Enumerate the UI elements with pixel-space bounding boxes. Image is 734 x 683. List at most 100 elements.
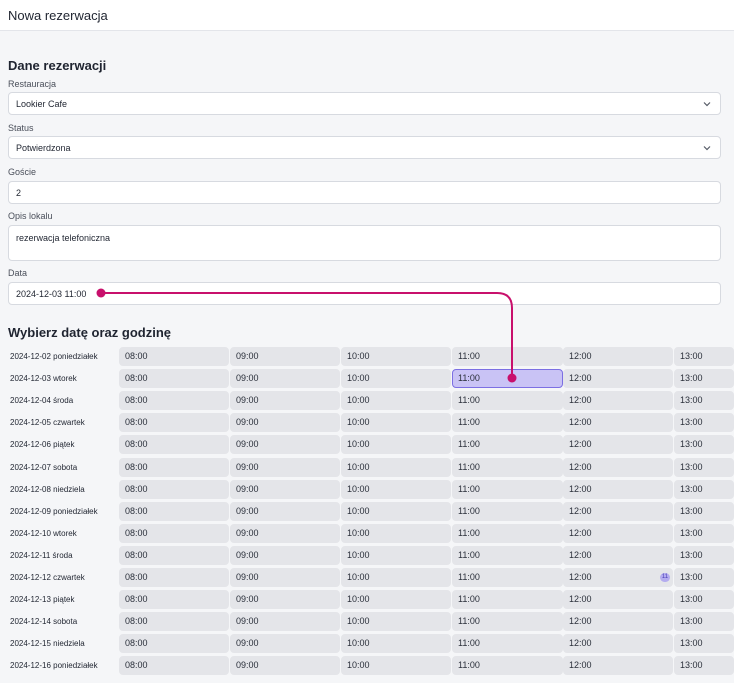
time-slot[interactable]: 12:00	[563, 634, 673, 654]
schedule-row: 2024-12-16 poniedziałek 08:00 09:00 10:00 11…	[0, 655, 734, 677]
time-slot[interactable]: 12:00	[563, 545, 673, 565]
time-slot[interactable]: 13:00	[674, 501, 734, 521]
time-slot[interactable]: 12:00	[563, 369, 673, 389]
time-slot[interactable]: 13:00	[674, 369, 734, 389]
schedule-row: 2024-12-12 czwartek 08:00 09:00 10:00 11:00 1…	[0, 567, 734, 589]
time-slot[interactable]: 08:00	[119, 523, 229, 543]
time-slot[interactable]: 13:00	[674, 634, 734, 654]
time-slot[interactable]: 08:00	[119, 479, 229, 499]
guests-input[interactable]: 2	[8, 181, 721, 204]
time-slot[interactable]: 13:00	[674, 612, 734, 632]
time-slot[interactable]: 13:00	[674, 523, 734, 543]
time-slot[interactable]: 11:00	[452, 479, 563, 499]
time-slot[interactable]: 09:00	[230, 612, 340, 632]
time-slot[interactable]: 10:00	[341, 656, 451, 676]
time-slot[interactable]: 10:00	[341, 479, 451, 499]
time-slot[interactable]: 09:00	[230, 435, 340, 455]
time-slot[interactable]: 08:00	[119, 590, 229, 610]
time-slot[interactable]: 11:00	[452, 523, 563, 543]
time-slot[interactable]: 08:00	[119, 634, 229, 654]
time-slot[interactable]: 08:00	[119, 457, 229, 477]
time-slot[interactable]: 11:00	[452, 501, 563, 521]
time-slot[interactable]: 10:00	[341, 391, 451, 411]
description-textarea[interactable]: rezerwacja telefoniczna	[8, 225, 721, 261]
time-slot[interactable]: 13:00	[674, 545, 734, 565]
time-slot[interactable]: 09:00	[230, 413, 340, 433]
time-slot[interactable]: 12:00	[563, 435, 673, 455]
time-slot[interactable]: 13:00	[674, 435, 734, 455]
time-slot[interactable]: 13:00	[674, 413, 734, 433]
time-slot[interactable]: 09:00	[230, 568, 340, 587]
time-slot[interactable]: 08:00	[119, 545, 229, 565]
time-slot[interactable]: 11:00	[452, 634, 563, 654]
time-slot[interactable]: 13:00	[674, 457, 734, 477]
time-slot[interactable]: 08:00	[119, 391, 229, 411]
restaurant-select[interactable]: Lookier Cafe	[8, 92, 721, 115]
time-slot[interactable]: 09:00	[230, 590, 340, 610]
time-slot[interactable]: 08:00	[119, 656, 229, 676]
date-input[interactable]: 2024-12-03 11:00	[8, 282, 721, 305]
time-slot[interactable]: 12:00	[563, 612, 673, 632]
time-slot[interactable]: 11:00	[452, 656, 563, 676]
time-slot[interactable]: 13:00	[674, 590, 734, 610]
time-slot[interactable]: 13:00	[674, 656, 734, 676]
time-slot[interactable]: 08:00	[119, 369, 229, 389]
schedule-day-label: 2024-12-09 poniedziałek	[10, 506, 98, 516]
time-slot[interactable]: 11:00	[452, 457, 563, 477]
time-slot[interactable]: 12:00 11	[563, 568, 673, 587]
time-slot[interactable]: 10:00	[341, 634, 451, 654]
time-slot-label: 12:00	[569, 549, 592, 560]
time-slot[interactable]: 10:00	[341, 457, 451, 477]
time-slot[interactable]: 09:00	[230, 369, 340, 389]
time-slot[interactable]: 10:00	[341, 435, 451, 455]
time-slot[interactable]: 11:00	[452, 391, 563, 411]
time-slot[interactable]: 08:00	[119, 501, 229, 521]
time-slot-selected[interactable]: 11:00	[452, 369, 563, 389]
time-slot[interactable]: 10:00	[341, 568, 451, 587]
time-slot[interactable]: 09:00	[230, 479, 340, 499]
time-slot[interactable]: 12:00	[563, 656, 673, 676]
time-slot[interactable]: 13:00	[674, 347, 734, 366]
time-slot[interactable]: 11:00	[452, 545, 563, 565]
time-slot[interactable]: 12:00	[563, 391, 673, 411]
time-slot[interactable]: 09:00	[230, 457, 340, 477]
time-slot[interactable]: 12:00	[563, 457, 673, 477]
time-slot[interactable]: 10:00	[341, 347, 451, 366]
time-slot[interactable]: 11:00	[452, 590, 563, 610]
time-slot[interactable]: 10:00	[341, 413, 451, 433]
time-slot[interactable]: 08:00	[119, 435, 229, 455]
time-slot[interactable]: 12:00	[563, 523, 673, 543]
time-slot[interactable]: 10:00	[341, 590, 451, 610]
time-slot[interactable]: 12:00	[563, 413, 673, 433]
time-slot[interactable]: 09:00	[230, 391, 340, 411]
time-slot[interactable]: 12:00	[563, 501, 673, 521]
time-slot[interactable]: 09:00	[230, 656, 340, 676]
time-slot[interactable]: 12:00	[563, 590, 673, 610]
time-slot[interactable]: 10:00	[341, 501, 451, 521]
time-slot[interactable]: 08:00	[119, 612, 229, 632]
time-slot[interactable]: 09:00	[230, 545, 340, 565]
time-slot[interactable]: 10:00	[341, 523, 451, 543]
time-slot[interactable]: 11:00	[452, 435, 563, 455]
time-slot[interactable]: 11:00	[452, 612, 563, 632]
status-select[interactable]: Potwierdzona	[8, 136, 721, 159]
time-slot-label: 11:00	[458, 461, 480, 472]
time-slot[interactable]: 13:00	[674, 479, 734, 499]
time-slot[interactable]: 12:00	[563, 347, 673, 366]
time-slot[interactable]: 11:00	[452, 568, 563, 587]
time-slot[interactable]: 09:00	[230, 501, 340, 521]
time-slot[interactable]: 09:00	[230, 523, 340, 543]
time-slot[interactable]: 10:00	[341, 545, 451, 565]
time-slot[interactable]: 08:00	[119, 568, 229, 587]
time-slot[interactable]: 10:00	[341, 369, 451, 389]
time-slot[interactable]: 09:00	[230, 347, 340, 366]
time-slot[interactable]: 08:00	[119, 413, 229, 433]
time-slot[interactable]: 13:00	[674, 568, 734, 587]
time-slot[interactable]: 09:00	[230, 634, 340, 654]
time-slot[interactable]: 11:00	[452, 413, 563, 433]
time-slot[interactable]: 10:00	[341, 612, 451, 632]
time-slot[interactable]: 12:00	[563, 479, 673, 499]
time-slot[interactable]: 11:00	[452, 347, 563, 366]
time-slot[interactable]: 13:00	[674, 391, 734, 411]
time-slot[interactable]: 08:00	[119, 347, 229, 366]
